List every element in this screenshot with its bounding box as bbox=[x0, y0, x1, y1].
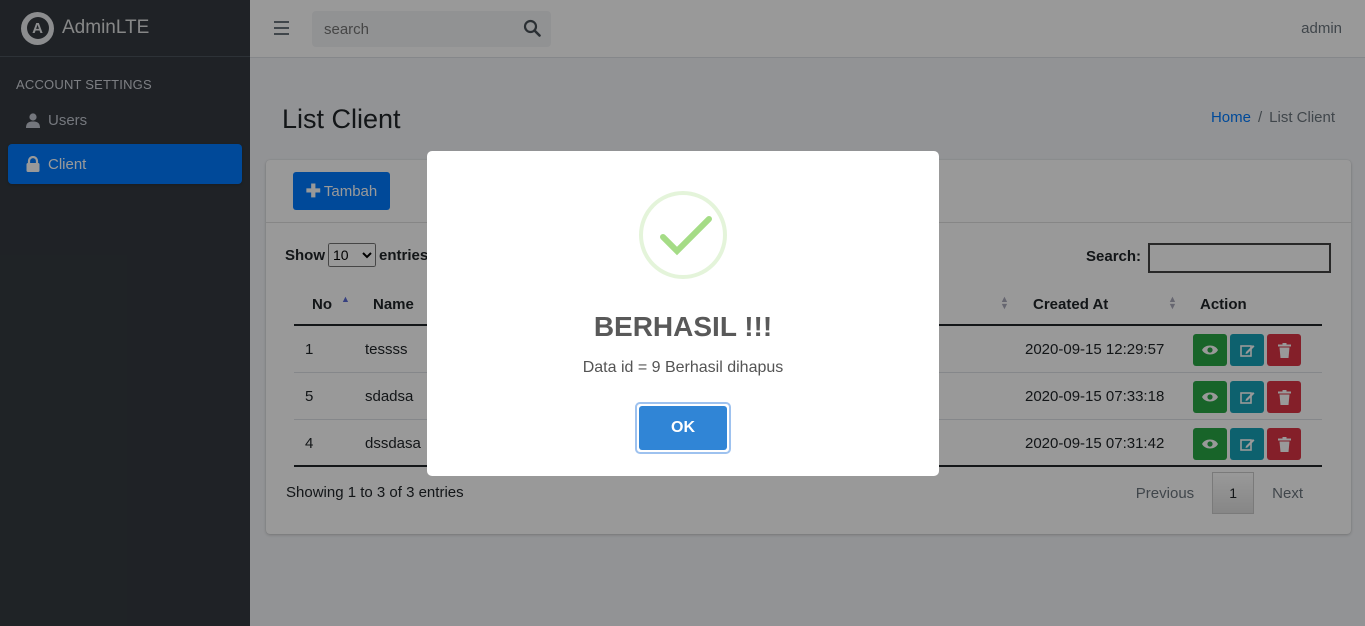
success-dialog: BERHASIL !!! Data id = 9 Berhasil dihapu… bbox=[427, 151, 939, 476]
success-check-icon bbox=[639, 191, 727, 279]
ok-button[interactable]: OK bbox=[635, 402, 731, 454]
dialog-message: Data id = 9 Berhasil dihapus bbox=[582, 359, 784, 376]
ok-button-label: OK bbox=[639, 406, 727, 450]
dialog-title: BERHASIL !!! bbox=[593, 311, 773, 342]
